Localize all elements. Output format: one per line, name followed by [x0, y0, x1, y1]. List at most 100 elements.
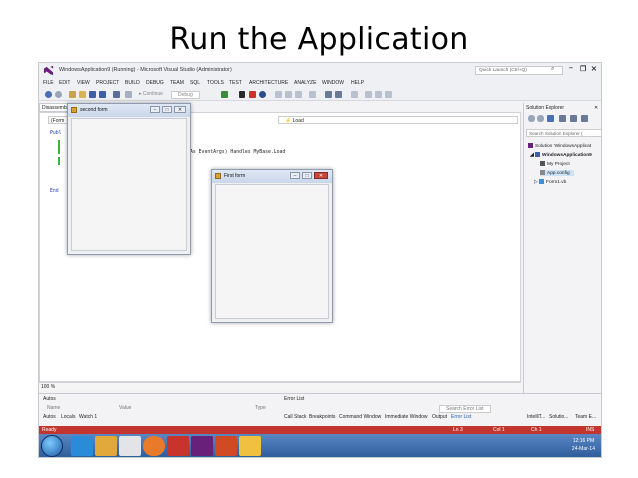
- menu-tools[interactable]: TOOLS: [207, 80, 224, 86]
- pause-icon[interactable]: [239, 91, 245, 98]
- second-form-window[interactable]: second form – □ ✕: [67, 103, 191, 255]
- visual-studio-taskbar-icon[interactable]: [191, 436, 213, 456]
- first-form-window[interactable]: First form – □ ✕: [211, 169, 333, 323]
- tab-locals[interactable]: Locals: [61, 414, 75, 420]
- format-icon[interactable]: [385, 91, 392, 98]
- back-icon[interactable]: [45, 91, 52, 98]
- visual-studio-window: WindowsApplication9 (Running) - Microsof…: [38, 62, 602, 458]
- restart-icon[interactable]: [259, 91, 266, 98]
- code-handler-line: As EventArgs) Handles MyBase.Load: [190, 150, 286, 155]
- configuration-dropdown[interactable]: Debug: [171, 91, 200, 99]
- calculator-icon[interactable]: [119, 436, 141, 456]
- outdent-icon[interactable]: [375, 91, 382, 98]
- step-into-icon[interactable]: [275, 91, 282, 98]
- comment-icon[interactable]: [325, 91, 332, 98]
- properties-icon[interactable]: [581, 115, 588, 122]
- uncomment-icon[interactable]: [335, 91, 342, 98]
- close-button[interactable]: ✕: [174, 106, 186, 113]
- tab-output[interactable]: Output: [432, 414, 447, 420]
- menu-test[interactable]: TEST: [229, 80, 242, 86]
- menu-architecture[interactable]: ARCHITECTURE: [249, 80, 288, 86]
- search-error-list-input[interactable]: Search Error List: [439, 405, 491, 413]
- new-project-icon[interactable]: [69, 91, 76, 98]
- stop-icon[interactable]: [249, 91, 256, 98]
- refresh-icon[interactable]: [570, 115, 577, 122]
- close-button[interactable]: ✕: [314, 172, 328, 179]
- tab-error-list[interactable]: Error List: [451, 414, 471, 420]
- adobe-reader-icon[interactable]: [167, 436, 189, 456]
- step-out-icon[interactable]: [295, 91, 302, 98]
- forward-icon[interactable]: [537, 115, 544, 122]
- tab-immediate-window[interactable]: Immediate Window: [385, 414, 428, 420]
- open-file-icon[interactable]: [79, 91, 86, 98]
- second-form-title-bar[interactable]: second form – □ ✕: [68, 104, 190, 117]
- tab-intellitrace[interactable]: IntelliT...: [527, 414, 545, 420]
- indent-icon[interactable]: [365, 91, 372, 98]
- search-icon[interactable]: ⌕: [551, 66, 554, 73]
- menu-analyze[interactable]: ANALYZE: [294, 80, 316, 86]
- close-button[interactable]: ✕: [591, 65, 597, 73]
- form-app-icon[interactable]: [239, 436, 261, 456]
- tree-item-solution[interactable]: Solution 'WindowsApplicat: [528, 143, 591, 149]
- menu-window[interactable]: WINDOW: [322, 80, 344, 86]
- continue-button[interactable]: ▸ Continue: [139, 91, 163, 97]
- internet-explorer-icon[interactable]: [71, 436, 93, 456]
- tab-command-window[interactable]: Command Window: [339, 414, 381, 420]
- menu-sql[interactable]: SQL: [190, 80, 200, 86]
- tab-breakpoints[interactable]: Breakpoints: [309, 414, 335, 420]
- close-icon[interactable]: ✕: [594, 105, 598, 111]
- save-all-icon[interactable]: [99, 91, 106, 98]
- tab-watch-1[interactable]: Watch 1: [79, 414, 97, 420]
- tree-item-my-project[interactable]: My Project: [540, 161, 570, 167]
- menu-edit[interactable]: EDIT: [59, 80, 70, 86]
- start-button[interactable]: [41, 435, 63, 457]
- status-ready: Ready: [42, 427, 57, 433]
- tab-solution-explorer[interactable]: Solutio...: [549, 414, 568, 420]
- toolbar: ▸ Continue Debug: [39, 88, 601, 101]
- back-icon[interactable]: [528, 115, 535, 122]
- firefox-icon[interactable]: [143, 436, 165, 456]
- home-icon[interactable]: [547, 115, 554, 122]
- first-form-title-bar[interactable]: First form – □ ✕: [212, 170, 332, 183]
- second-form-client-area: [71, 118, 187, 251]
- save-icon[interactable]: [89, 91, 96, 98]
- menu-team[interactable]: TEAM: [170, 80, 184, 86]
- minimize-button[interactable]: –: [569, 65, 573, 72]
- change-marker: [58, 157, 60, 165]
- taskbar-clock[interactable]: 12:16 PM 24-Mar-14: [572, 437, 595, 453]
- status-column: Col 1: [493, 427, 505, 433]
- powerpoint-icon[interactable]: [215, 436, 237, 456]
- tab-autos[interactable]: Autos: [43, 414, 56, 420]
- step-over-icon[interactable]: [285, 91, 292, 98]
- quick-launch-input[interactable]: Quick Launch (Ctrl+Q): [475, 66, 563, 75]
- menu-file[interactable]: FILE: [43, 80, 54, 86]
- hex-display-icon[interactable]: [309, 91, 316, 98]
- bookmark-icon[interactable]: [351, 91, 358, 98]
- undo-icon[interactable]: [113, 91, 120, 98]
- minimize-button[interactable]: –: [290, 172, 300, 179]
- maximize-button[interactable]: □: [302, 172, 312, 179]
- forward-icon[interactable]: [55, 91, 62, 98]
- menu-build[interactable]: BUILD: [125, 80, 140, 86]
- tree-item-form1[interactable]: ▷ Form1.vb: [534, 179, 566, 185]
- menu-view[interactable]: VIEW: [77, 80, 90, 86]
- tab-call-stack[interactable]: Call Stack: [284, 414, 307, 420]
- minimize-button[interactable]: –: [150, 106, 160, 113]
- method-dropdown[interactable]: ⚡ Load: [278, 116, 518, 124]
- menu-debug[interactable]: DEBUG: [146, 80, 164, 86]
- maximize-button[interactable]: □: [162, 106, 172, 113]
- menu-project[interactable]: PROJECT: [96, 80, 119, 86]
- form-icon: [71, 107, 77, 113]
- restore-button[interactable]: ❐: [580, 65, 586, 73]
- tree-item-project[interactable]: ◢ WindowsApplication9: [530, 152, 592, 158]
- solution-icon: [528, 143, 533, 148]
- zoom-level[interactable]: 100 %: [39, 382, 521, 390]
- sync-icon[interactable]: [559, 115, 566, 122]
- solution-explorer-search[interactable]: Search Solution Explorer (: [526, 129, 601, 137]
- tree-item-app-config[interactable]: App.config: [540, 170, 574, 176]
- redo-icon[interactable]: [125, 91, 132, 98]
- file-explorer-icon[interactable]: [95, 436, 117, 456]
- tab-team-explorer[interactable]: Team E...: [575, 414, 596, 420]
- menu-help[interactable]: HELP: [351, 80, 364, 86]
- process-icon[interactable]: [221, 91, 228, 98]
